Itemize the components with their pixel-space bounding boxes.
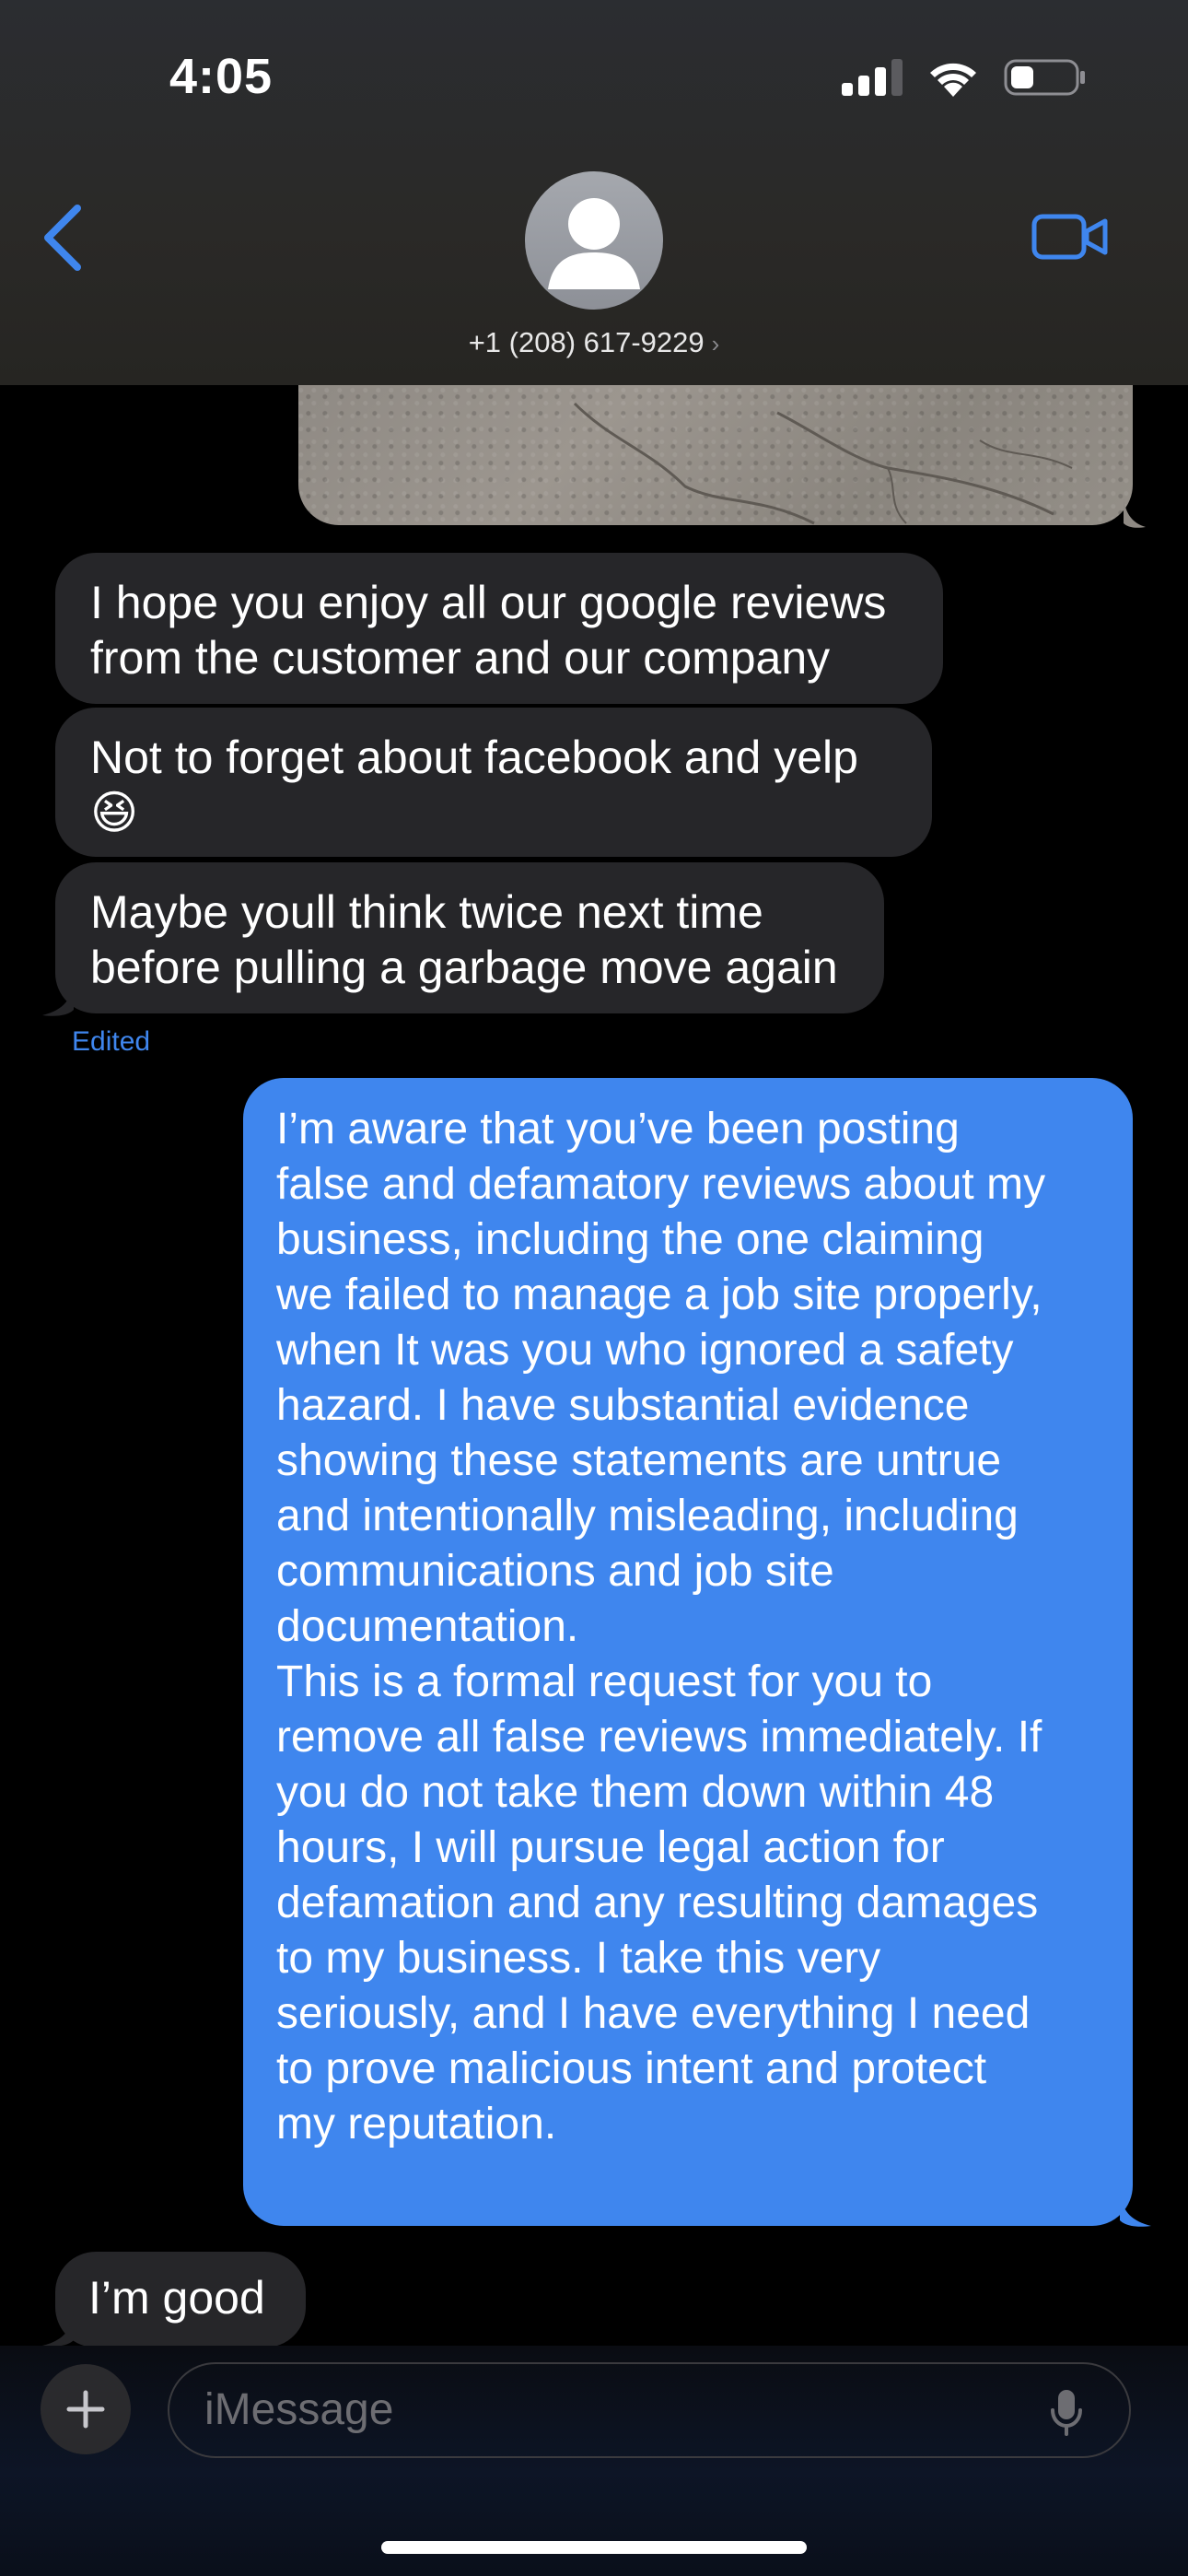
- incoming-message[interactable]: Maybe youll think twice next time before…: [55, 862, 884, 1013]
- contact-name[interactable]: +1 (208) 617-9229 ›: [0, 326, 1188, 359]
- microphone-icon[interactable]: [1050, 2388, 1083, 2438]
- photo-attachment[interactable]: [298, 385, 1133, 525]
- status-icons: [842, 57, 1087, 98]
- incoming-message[interactable]: I hope you enjoy all our google reviews …: [55, 553, 943, 704]
- back-chevron-icon[interactable]: [41, 205, 83, 271]
- edited-label[interactable]: Edited: [72, 1026, 150, 1058]
- bubble-tail: [42, 2311, 74, 2347]
- message-input[interactable]: iMessage: [168, 2362, 1131, 2458]
- status-time: 4:05: [169, 49, 274, 104]
- bubble-tail: [1120, 2191, 1151, 2227]
- plus-icon: [66, 2390, 105, 2429]
- conversation-header: 4:05 +1 (208) 617-9229 ›: [0, 0, 1188, 385]
- incoming-message[interactable]: I’m good: [55, 2252, 306, 2348]
- wifi-icon: [930, 63, 976, 97]
- person-icon: [548, 198, 640, 289]
- message-placeholder: iMessage: [204, 2385, 394, 2434]
- chevron-right-icon: ›: [711, 330, 720, 357]
- contact-avatar[interactable]: [525, 171, 663, 310]
- home-indicator[interactable]: [381, 2541, 807, 2554]
- add-attachment-button[interactable]: [41, 2364, 131, 2454]
- bubble-tail: [42, 980, 74, 1016]
- bubble-tail: [1124, 498, 1146, 528]
- battery-icon: [1004, 59, 1085, 96]
- incoming-message[interactable]: Not to forget about facebook and yelp 😆: [55, 708, 932, 857]
- video-camera-icon[interactable]: [1031, 214, 1109, 260]
- contact-number: +1 (208) 617-9229: [468, 326, 705, 358]
- signal-icon: [842, 59, 903, 96]
- pavement-image: [573, 402, 1073, 525]
- outgoing-message[interactable]: I’m aware that you’ve been posting false…: [243, 1078, 1133, 2226]
